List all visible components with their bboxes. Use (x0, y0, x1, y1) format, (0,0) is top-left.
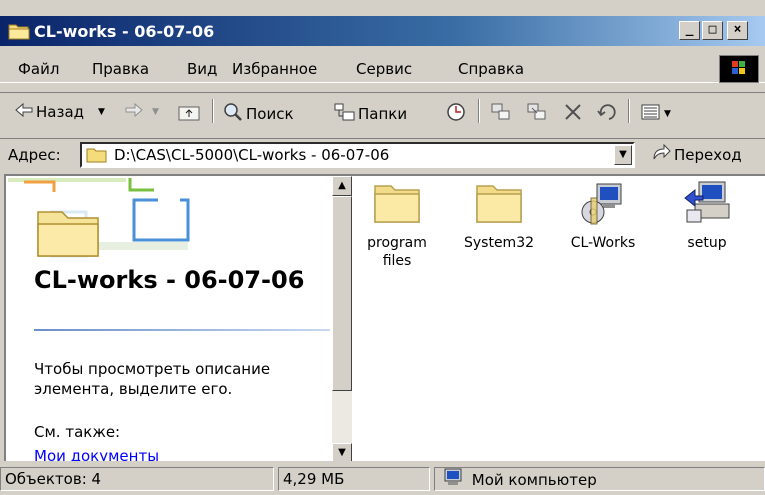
forward-button[interactable]: ▼ (124, 102, 159, 122)
window-title: CL-works - 06-07-06 (34, 22, 215, 41)
search-label: Поиск (246, 105, 294, 123)
toolbar-separator (628, 99, 630, 123)
toolbar-separator (478, 99, 480, 123)
address-input[interactable]: D:\CAS\CL-5000\CL-works - 06-07-06 ▼ (80, 142, 635, 168)
chevron-down-icon: ▼ (152, 107, 159, 117)
folder-icon (473, 185, 525, 230)
chevron-down-icon: ▼ (98, 107, 105, 117)
file-item-label: CL-Works (570, 235, 636, 251)
delete-x-icon (562, 102, 584, 126)
status-zone: Мой компьютер (434, 467, 765, 491)
menu-tools[interactable]: Сервис (356, 60, 412, 78)
history-icon (445, 102, 467, 126)
status-bar: Объектов: 4 4,29 МБ Мой компьютер (0, 463, 765, 495)
panel-divider (34, 329, 330, 331)
close-button[interactable]: × (727, 21, 748, 40)
undo-icon (596, 102, 618, 126)
status-size: 4,29 МБ (278, 467, 430, 491)
address-label: Адрес: (8, 146, 61, 164)
folder-icon (371, 185, 423, 230)
folder-icon (8, 22, 30, 44)
menu-file[interactable]: Файл (18, 60, 59, 78)
file-item-setup[interactable]: setup (662, 180, 752, 252)
back-label: Назад (36, 103, 85, 121)
toolbar: Назад ▼ ▼ Поиск Папки ▼ (0, 92, 765, 131)
scroll-up-button[interactable]: ▲ (332, 176, 352, 196)
move-to-button[interactable] (490, 102, 512, 126)
menu-bar: Файл Правка Вид Избранное Сервис Справка (0, 54, 765, 83)
menu-help[interactable]: Справка (458, 60, 524, 78)
search-icon (222, 102, 244, 126)
setup-icon (681, 181, 733, 230)
address-bar: Адрес: D:\CAS\CL-5000\CL-works - 06-07-0… (0, 138, 765, 171)
search-button[interactable]: Поиск (222, 102, 294, 126)
back-button[interactable]: Назад ▼ (14, 102, 105, 122)
folder-banner-icon (8, 176, 248, 272)
folder-icon (86, 147, 108, 167)
panel-folder-title: CL-works - 06-07-06 (34, 266, 305, 294)
my-documents-link[interactable]: Мои документы (34, 447, 159, 461)
address-dropdown-button[interactable]: ▼ (614, 145, 632, 165)
vertical-scrollbar[interactable]: ▲ ▼ (332, 176, 352, 461)
toolbar-separator (212, 99, 214, 123)
history-button[interactable] (445, 102, 467, 126)
maximize-button[interactable]: □ (702, 21, 723, 40)
views-button[interactable]: ▼ (640, 102, 671, 126)
scroll-thumb[interactable] (332, 196, 352, 391)
file-item-system32[interactable]: System32 (454, 180, 544, 252)
back-arrow-icon (14, 102, 34, 122)
move-to-icon (490, 102, 512, 126)
up-folder-icon (178, 102, 200, 126)
application-icon (577, 183, 629, 230)
folders-label: Папки (358, 105, 408, 123)
file-item-label: program files (367, 235, 427, 269)
menu-favorites[interactable]: Избранное (232, 60, 317, 78)
go-button[interactable]: Переход (650, 143, 742, 167)
go-arrow-icon (650, 143, 672, 167)
my-computer-icon (443, 468, 468, 490)
copy-to-button[interactable] (526, 102, 548, 126)
forward-arrow-icon (124, 102, 144, 122)
folders-button[interactable]: Папки (334, 102, 407, 126)
delete-button[interactable] (562, 102, 584, 126)
web-view-panel: CL-works - 06-07-06 Чтобы просмотреть оп… (6, 176, 330, 461)
up-folder-button[interactable] (178, 102, 200, 126)
folders-icon (334, 102, 356, 126)
copy-to-icon (526, 102, 548, 126)
panel-description: Чтобы просмотреть описание элемента, выд… (34, 360, 271, 398)
menu-edit[interactable]: Правка (92, 60, 149, 78)
minimize-button[interactable]: _ (679, 21, 700, 40)
file-item-program-files[interactable]: program files (352, 180, 442, 270)
chevron-down-icon: ▼ (664, 109, 671, 119)
views-icon (640, 102, 662, 126)
file-item-cl-works[interactable]: CL-Works (558, 180, 648, 252)
file-item-label: System32 (463, 235, 535, 251)
undo-button[interactable] (596, 102, 618, 126)
go-label: Переход (674, 146, 742, 164)
title-bar[interactable]: CL-works - 06-07-06 _ □ × (0, 16, 765, 46)
status-object-count: Объектов: 4 (0, 467, 274, 491)
content-area: CL-works - 06-07-06 Чтобы просмотреть оп… (4, 174, 765, 461)
menu-view[interactable]: Вид (187, 60, 217, 78)
status-zone-label: Мой компьютер (471, 470, 597, 489)
windows-logo-icon (719, 55, 759, 83)
panel-see-also: См. также: (34, 423, 121, 441)
explorer-window: CL-works - 06-07-06 _ □ × Файл Правка Ви… (0, 0, 765, 495)
address-path: D:\CAS\CL-5000\CL-works - 06-07-06 (114, 146, 390, 164)
file-item-label: setup (687, 235, 727, 251)
scroll-down-button[interactable]: ▼ (332, 443, 352, 461)
